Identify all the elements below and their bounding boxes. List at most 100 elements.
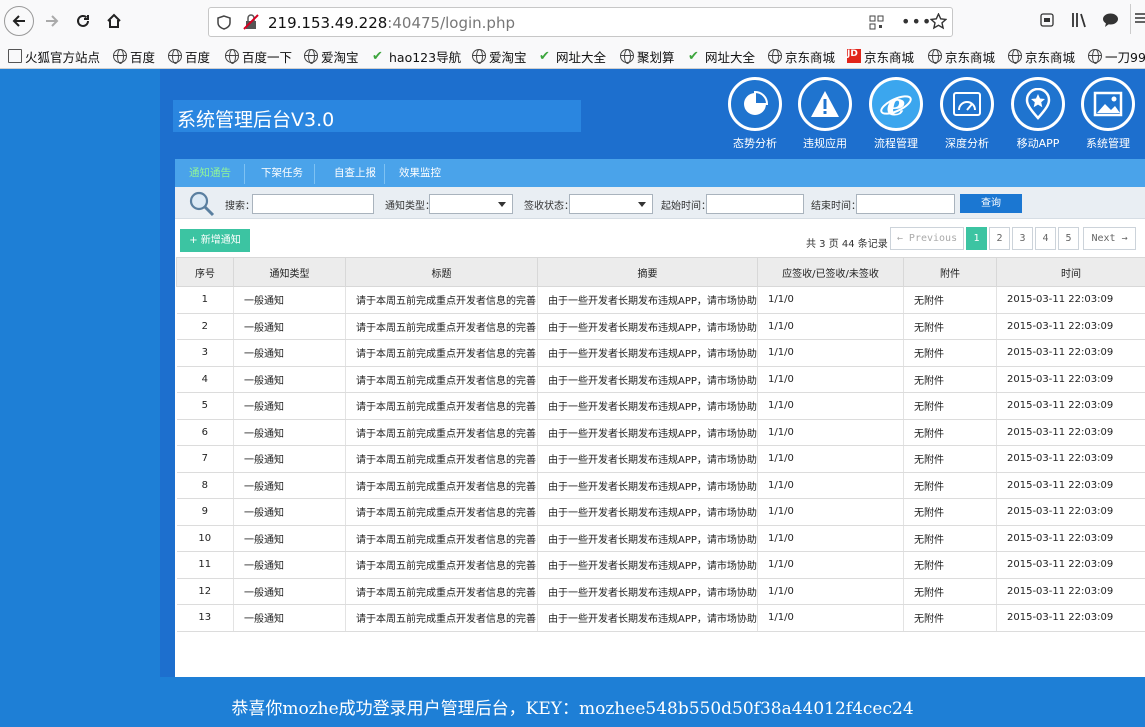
table-row[interactable]: 6 一般通知 请于本周五前完成重点开发者信息的完善 由于一些开发者长期发布违规APP，… (176, 419, 1145, 446)
notice-title[interactable]: 请于本周五前完成重点开发者信息的完善 (345, 392, 538, 420)
table-row[interactable]: 12 一般通知 请于本周五前完成重点开发者信息的完善 由于一些开发者长期发布违规APP… (176, 578, 1145, 605)
subtab-item[interactable]: 自查上报 (319, 159, 391, 187)
sign-status: 1/1/0 (757, 313, 904, 340)
row-index: 1 (176, 286, 234, 314)
bookmark-item[interactable]: 火狐官方站点 (8, 47, 100, 65)
sign-status: 1/1/0 (757, 392, 904, 420)
column-header: 通知类型 (233, 257, 346, 287)
search-input[interactable] (252, 194, 374, 214)
notice-title[interactable]: 请于本周五前完成重点开发者信息的完善 (345, 472, 538, 499)
library-icon[interactable] (1071, 12, 1089, 28)
notice-title[interactable]: 请于本周五前完成重点开发者信息的完善 (345, 551, 538, 579)
notice-title[interactable]: 请于本周五前完成重点开发者信息的完善 (345, 498, 538, 526)
subtab-item[interactable]: 下架任务 (245, 159, 319, 187)
add-notice-button[interactable]: + 新增通知 (180, 229, 250, 252)
page-actions-icon[interactable]: ••• (901, 12, 932, 31)
bookmark-item[interactable]: 京东商城 (928, 47, 995, 65)
type-select[interactable] (429, 194, 513, 214)
notice-title[interactable]: 请于本周五前完成重点开发者信息的完善 (345, 604, 538, 632)
bookmark-item[interactable]: 京东商城 (768, 47, 835, 65)
module-warning[interactable]: 违规应用 (796, 77, 854, 151)
notice-title[interactable]: 请于本周五前完成重点开发者信息的完善 (345, 445, 538, 473)
forward-arrow-icon (46, 15, 59, 27)
module-label: 系统管理 (1086, 137, 1130, 150)
table-row[interactable]: 7 一般通知 请于本周五前完成重点开发者信息的完善 由于一些开发者长期发布违规APP，… (176, 445, 1145, 473)
bookmark-item[interactable]: 百度 (168, 47, 210, 65)
page-number-button[interactable]: 2 (989, 227, 1010, 250)
shield-icon[interactable] (217, 15, 231, 30)
page-number-button[interactable]: 5 (1058, 227, 1079, 250)
insecure-lock-icon[interactable] (243, 14, 259, 30)
app-title: 系统管理后台V3.0 (173, 100, 581, 132)
table-row[interactable]: 9 一般通知 请于本周五前完成重点开发者信息的完善 由于一些开发者长期发布违规APP，… (176, 498, 1145, 526)
page-number-button[interactable]: 3 (1012, 227, 1033, 250)
table-row[interactable]: 10 一般通知 请于本周五前完成重点开发者信息的完善 由于一些开发者长期发布违规APP… (176, 525, 1145, 552)
subtab-item[interactable]: 效果监控 (385, 159, 455, 187)
bookmark-item[interactable]: 爱淘宝 (472, 47, 527, 65)
module-ie-logo[interactable]: e 流程管理 (867, 77, 925, 151)
table-row[interactable]: 11 一般通知 请于本周五前完成重点开发者信息的完善 由于一些开发者长期发布违规APP… (176, 551, 1145, 579)
bookmark-item[interactable]: 聚划算 (620, 47, 675, 65)
previous-page-button[interactable]: ← Previous (890, 227, 964, 250)
notice-title[interactable]: 请于本周五前完成重点开发者信息的完善 (345, 313, 538, 340)
notice-type: 一般通知 (233, 286, 346, 314)
table-row[interactable]: 3 一般通知 请于本周五前完成重点开发者信息的完善 由于一些开发者长期发布违规APP，… (176, 339, 1145, 367)
url-bar[interactable]: 219.153.49.228:40475/login.php ••• (208, 7, 953, 37)
home-button[interactable] (100, 7, 128, 35)
sign-status: 1/1/0 (757, 551, 904, 579)
table-row[interactable]: 2 一般通知 请于本周五前完成重点开发者信息的完善 由于一些开发者长期发布违规APP，… (176, 313, 1145, 340)
chat-icon[interactable] (1102, 12, 1119, 28)
next-page-button[interactable]: Next → (1083, 227, 1136, 250)
module-pie-chart[interactable]: 态势分析 (726, 77, 784, 151)
url-text[interactable]: 219.153.49.228:40475/login.php (268, 14, 515, 32)
bookmark-item[interactable]: JD 京东商城 (847, 47, 914, 65)
forward-button[interactable] (38, 7, 66, 35)
bookmark-item[interactable]: 百度一下 (225, 47, 292, 65)
table-row[interactable]: 1 一般通知 请于本周五前完成重点开发者信息的完善 由于一些开发者长期发布违规APP，… (176, 286, 1145, 314)
bookmark-item[interactable]: 爱淘宝 (304, 47, 359, 65)
bookmark-item[interactable]: 京东商城 (1008, 47, 1075, 65)
row-index: 13 (176, 604, 234, 632)
reader-icon[interactable] (1040, 13, 1054, 27)
table-header-row: 序号 通知类型 标题 摘要 应签收/已签收/未签收 附件 时间 (176, 257, 1145, 287)
page-number-button[interactable]: 4 (1035, 227, 1056, 250)
reload-button[interactable] (69, 7, 97, 35)
bookmark-item[interactable]: ✔ 网址大全 (539, 47, 606, 65)
sign-status: 1/1/0 (757, 286, 904, 314)
table-row[interactable]: 4 一般通知 请于本周五前完成重点开发者信息的完善 由于一些开发者长期发布违规APP，… (176, 366, 1145, 393)
subtab-item[interactable]: 通知通告 (180, 159, 240, 187)
notice-type: 一般通知 (233, 339, 346, 367)
globe-icon (1088, 49, 1102, 64)
notice-title[interactable]: 请于本周五前完成重点开发者信息的完善 (345, 366, 538, 393)
notice-title[interactable]: 请于本周五前完成重点开发者信息的完善 (345, 525, 538, 552)
module-picture[interactable]: 系统管理 (1079, 77, 1137, 151)
overflow-menu-button[interactable] (1130, 4, 1145, 34)
row-index: 9 (176, 498, 234, 526)
notice-title[interactable]: 请于本周五前完成重点开发者信息的完善 (345, 419, 538, 446)
end-time-input[interactable] (856, 194, 955, 214)
table-row[interactable]: 13 一般通知 请于本周五前完成重点开发者信息的完善 由于一些开发者长期发布违规APP… (176, 604, 1145, 632)
notice-title[interactable]: 请于本周五前完成重点开发者信息的完善 (345, 286, 538, 314)
bookmark-item[interactable]: 一刀99 (1088, 47, 1145, 65)
bookmark-item[interactable]: ✔ 网址大全 (688, 47, 755, 65)
status-select[interactable] (569, 194, 653, 214)
bookmark-star-icon[interactable] (930, 13, 947, 30)
query-button[interactable]: 查询 (960, 194, 1022, 213)
notice-time: 2015-03-11 22:03:09 (996, 525, 1145, 552)
plus-icon: + (189, 235, 198, 246)
notice-table: 序号 通知类型 标题 摘要 应签收/已签收/未签收 附件 时间 1 一般通知 请于本周五前完成重… (176, 257, 1145, 632)
back-button[interactable] (4, 6, 34, 36)
module-gauge[interactable]: 深度分析 (938, 77, 996, 151)
table-row[interactable]: 8 一般通知 请于本周五前完成重点开发者信息的完善 由于一些开发者长期发布违规APP，… (176, 472, 1145, 499)
page-number-button[interactable]: 1 (966, 227, 987, 250)
module-star-pin[interactable]: 移动APP (1009, 77, 1067, 151)
warning-icon (798, 77, 852, 131)
bookmark-item[interactable]: 百度 (113, 47, 155, 65)
start-time-input[interactable] (706, 194, 804, 214)
notice-title[interactable]: 请于本周五前完成重点开发者信息的完善 (345, 339, 538, 367)
qr-code-icon[interactable] (869, 15, 884, 30)
row-index: 10 (176, 525, 234, 552)
notice-title[interactable]: 请于本周五前完成重点开发者信息的完善 (345, 578, 538, 605)
bookmark-item[interactable]: ✔ hao123导航 (372, 47, 461, 65)
table-row[interactable]: 5 一般通知 请于本周五前完成重点开发者信息的完善 由于一些开发者长期发布违规APP，… (176, 392, 1145, 420)
